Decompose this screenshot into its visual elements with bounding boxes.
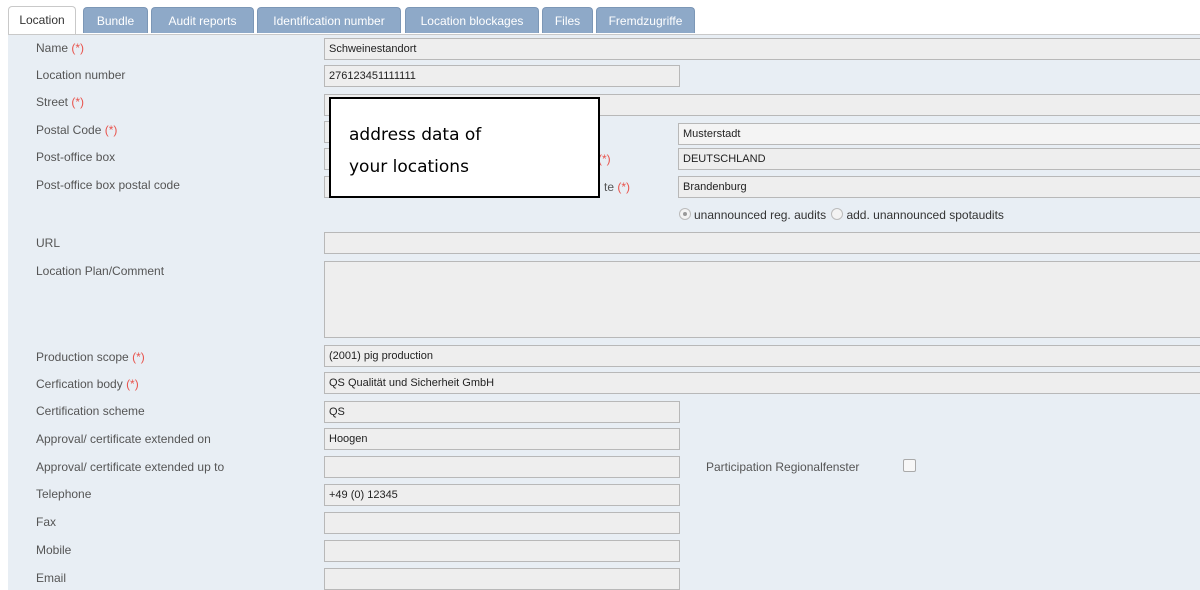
po-box-postal-code-label: Post-office box postal code: [36, 178, 180, 192]
mobile-field[interactable]: [324, 540, 680, 562]
row-approval-up-to: Approval/ certificate extended up to Par…: [8, 454, 1200, 478]
telephone-label: Telephone: [36, 487, 92, 501]
tab-audit-reports[interactable]: Audit reports: [151, 7, 254, 33]
street-label: Street: [36, 95, 69, 109]
annotation-line-1: address data of: [349, 125, 482, 145]
certification-body-label: Cerfication body: [36, 377, 123, 391]
name-field[interactable]: Schweinestandort: [324, 38, 1200, 60]
country-field[interactable]: DEUTSCHLAND: [678, 148, 1200, 170]
approval-up-to-field[interactable]: [324, 456, 680, 478]
row-production-scope: Production scope (*) (2001) pig producti…: [8, 344, 1200, 368]
tab-bundle[interactable]: Bundle: [83, 7, 148, 33]
required-mark: (*): [617, 180, 631, 194]
certification-scheme-field[interactable]: QS: [324, 401, 680, 423]
required-mark: (*): [71, 41, 85, 55]
tab-files[interactable]: Files: [542, 7, 593, 33]
radio-label-spotaudits: add. unannounced spotaudits: [846, 208, 1004, 222]
url-field[interactable]: [324, 232, 1200, 254]
approval-on-label: Approval/ certificate extended on: [36, 432, 211, 446]
production-scope-label: Production scope: [36, 350, 129, 364]
row-post-office-box: Post-office box (*) DEUTSCHLAND: [8, 146, 1200, 170]
radio-unannounced-reg-audits[interactable]: [679, 208, 691, 220]
row-po-box-postal-code: Post-office box postal code te (*) Brand…: [8, 174, 1200, 198]
radio-add-unannounced-spotaudits[interactable]: [831, 208, 844, 220]
tab-fremdzugriffe[interactable]: Fremdzugriffe: [596, 7, 695, 33]
location-number-label: Location number: [36, 68, 126, 82]
url-label: URL: [36, 236, 61, 250]
postal-code-label: Postal Code: [36, 123, 102, 137]
certification-scheme-label: Certification scheme: [36, 404, 145, 418]
location-number-field[interactable]: 276123451111111: [324, 65, 680, 87]
regionalfenster-checkbox[interactable]: [903, 459, 916, 472]
row-certification-body: Cerfication body (*) QS Qualität und Sic…: [8, 371, 1200, 395]
location-plan-textarea[interactable]: [324, 261, 1200, 338]
radio-label-reg-audits: unannounced reg. audits: [694, 208, 827, 222]
row-postal-code: Postal Code (*) Musterstadt: [8, 119, 1200, 145]
certification-body-field[interactable]: QS Qualität und Sicherheit GmbH: [324, 372, 1200, 394]
tab-identification-number[interactable]: Identification number: [257, 7, 401, 33]
required-mark: (*): [71, 95, 85, 109]
row-fax: Fax: [8, 510, 1200, 534]
fax-field[interactable]: [324, 512, 680, 534]
required-mark: (*): [132, 350, 145, 364]
row-telephone: Telephone +49 (0) 12345: [8, 482, 1200, 506]
annotation-line-2: your locations: [349, 157, 469, 177]
email-label: Email: [36, 571, 67, 585]
annotation-callout: address data of your locations: [329, 97, 600, 198]
regionalfenster-label: Participation Regionalfenster: [706, 460, 860, 474]
row-location-number: Location number 276123451111111: [8, 64, 1200, 88]
fax-label: Fax: [36, 515, 57, 529]
post-office-box-label: Post-office box: [36, 150, 116, 164]
name-label: Name: [36, 41, 69, 55]
approval-up-to-label: Approval/ certificate extended up to: [36, 460, 225, 474]
location-form: Name (*) Schweinestandort Location numbe…: [8, 34, 1200, 590]
row-location-plan: Location Plan/Comment: [8, 260, 1200, 340]
production-scope-field[interactable]: (2001) pig production: [324, 345, 1200, 367]
tab-location-blockages[interactable]: Location blockages: [405, 7, 539, 33]
row-street: Street (*): [8, 91, 1200, 116]
email-field[interactable]: [324, 568, 680, 590]
tab-location[interactable]: Location: [8, 6, 76, 35]
city-field[interactable]: Musterstadt: [678, 123, 1200, 145]
row-certification-scheme: Certification scheme QS: [8, 399, 1200, 423]
row-name: Name (*) Schweinestandort: [8, 37, 1200, 61]
required-mark: (*): [104, 123, 118, 137]
row-email: Email: [8, 566, 1200, 590]
federal-state-field[interactable]: Brandenburg: [678, 176, 1200, 198]
row-mobile: Mobile: [8, 538, 1200, 562]
location-plan-label: Location Plan/Comment: [36, 264, 165, 278]
required-mark: (*): [126, 377, 139, 391]
row-approval-on: Approval/ certificate extended on Hoogen: [8, 426, 1200, 450]
approval-on-field[interactable]: Hoogen: [324, 428, 680, 450]
federal-state-label: te: [604, 180, 615, 194]
telephone-field[interactable]: +49 (0) 12345: [324, 484, 680, 506]
row-audit-type: unannounced reg. audits add. unannounced…: [8, 203, 1200, 227]
row-url: URL: [8, 230, 1200, 254]
mobile-label: Mobile: [36, 543, 72, 557]
